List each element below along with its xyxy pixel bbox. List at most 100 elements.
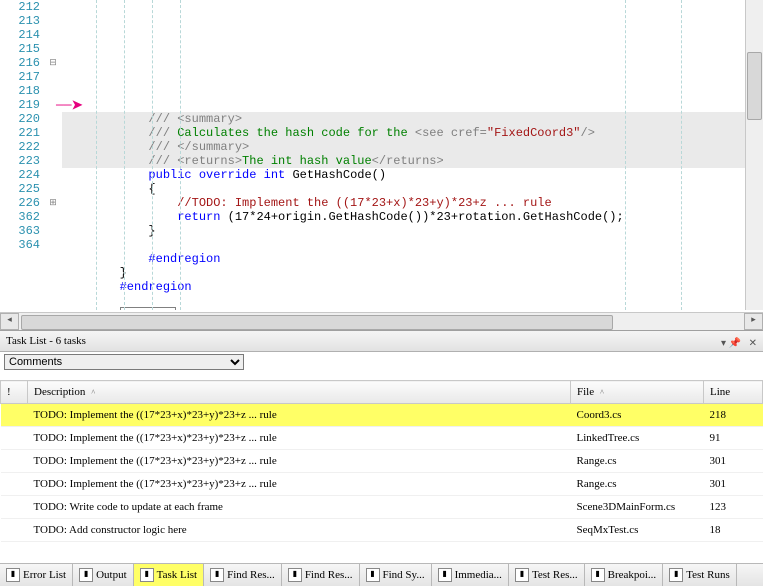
task-desc: TODO: Implement the ((17*23+x)*23+y)*23+… [28, 473, 571, 496]
editor-vertical-scrollbar[interactable] [745, 0, 763, 310]
line-number: 222 [0, 140, 40, 154]
fold-toggle [44, 112, 62, 126]
bottom-tab[interactable]: ▮Test Runs [663, 564, 737, 586]
fold-toggle[interactable]: ⊟ [44, 56, 62, 70]
fold-toggle [44, 28, 62, 42]
fold-toggle [44, 224, 62, 238]
code-line[interactable]: } [62, 266, 745, 280]
fold-toggle [44, 210, 62, 224]
task-file: Scene3DMainForm.cs [571, 496, 704, 519]
task-desc: TODO: Implement the ((17*23+x)*23+y)*23+… [28, 427, 571, 450]
col-priority[interactable]: ! [1, 381, 28, 404]
code-line[interactable]: #endregion [62, 252, 745, 266]
code-line[interactable]: /// <returns>The int hash value</returns… [62, 154, 745, 168]
task-row[interactable]: TODO: Implement the ((17*23+x)*23+y)*23+… [1, 404, 763, 427]
fold-gutter[interactable]: ⊟⊞ [44, 0, 62, 310]
fold-toggle[interactable]: ⊞ [44, 196, 62, 210]
line-number: 217 [0, 70, 40, 84]
task-desc: TODO: Implement the ((17*23+x)*23+y)*23+… [28, 404, 571, 427]
tasklist-filter-combo[interactable]: Comments [4, 354, 244, 370]
code-line[interactable]: /// </summary> [62, 140, 745, 154]
tab-icon: ▮ [6, 568, 20, 582]
bottom-tab[interactable]: ▮Task List [134, 564, 204, 586]
tasklist-grid[interactable]: ! Description^ File^ Line TODO: Implemen… [0, 380, 763, 586]
tab-icon: ▮ [288, 568, 302, 582]
tab-icon: ▮ [669, 568, 683, 582]
code-line[interactable]: #endregion [62, 280, 745, 294]
code-line[interactable]: return (17*24+origin.GetHashCode())*23+r… [62, 210, 745, 224]
tab-icon: ▮ [438, 568, 452, 582]
task-file: Coord3.cs [571, 404, 704, 427]
tab-label: Find Sy... [383, 569, 425, 581]
code-editor[interactable]: 2122132142152162172182192202212222232242… [0, 0, 763, 331]
col-file[interactable]: File^ [571, 381, 704, 404]
scroll-left-icon[interactable]: ◂ [0, 313, 19, 330]
line-number: 216 [0, 56, 40, 70]
task-line: 123 [704, 496, 763, 519]
line-number: 212 [0, 0, 40, 14]
bottom-tab-strip[interactable]: ▮Error List▮Output▮Task List▮Find Res...… [0, 563, 763, 586]
col-line[interactable]: Line [704, 381, 763, 404]
fold-toggle [44, 168, 62, 182]
task-file: Range.cs [571, 450, 704, 473]
code-line[interactable]: /// <summary> [62, 112, 745, 126]
fold-toggle [44, 70, 62, 84]
task-file: LinkedTree.cs [571, 427, 704, 450]
bottom-tab[interactable]: ▮Find Sy... [360, 564, 432, 586]
line-number: 213 [0, 14, 40, 28]
task-line: 18 [704, 519, 763, 542]
fold-toggle [44, 14, 62, 28]
code-line[interactable]: Tree CS [62, 308, 745, 310]
close-icon[interactable]: ✕ [749, 334, 757, 354]
code-line[interactable] [62, 238, 745, 252]
bottom-tab[interactable]: ▮Output [73, 564, 134, 586]
code-line[interactable]: //TODO: Implement the ((17*23+x)*23+y)*2… [62, 196, 745, 210]
task-row[interactable]: TODO: Write code to update at each frame… [1, 496, 763, 519]
bottom-tab[interactable]: ▮Find Res... [204, 564, 282, 586]
code-line[interactable]: } [62, 224, 745, 238]
line-number: 215 [0, 42, 40, 56]
line-number: 225 [0, 182, 40, 196]
bottom-tab[interactable]: ▮Error List [0, 564, 73, 586]
task-line: 218 [704, 404, 763, 427]
task-row[interactable]: TODO: Add constructor logic hereSeqMxTes… [1, 519, 763, 542]
scroll-right-icon[interactable]: ▸ [744, 313, 763, 330]
tab-icon: ▮ [591, 568, 605, 582]
line-number: 219 [0, 98, 40, 112]
tasklist-title-bar: Task List - 6 tasks ▾ 📌 ✕ [0, 331, 763, 352]
tab-label: Find Res... [305, 569, 353, 581]
tab-icon: ▮ [140, 568, 154, 582]
task-row[interactable]: TODO: Implement the ((17*23+x)*23+y)*23+… [1, 427, 763, 450]
code-area[interactable]: /// <summary> /// Calculates the hash co… [62, 0, 745, 310]
tab-label: Test Res... [532, 569, 578, 581]
task-line: 91 [704, 427, 763, 450]
fold-toggle [44, 126, 62, 140]
line-number: 363 [0, 224, 40, 238]
tab-label: Task List [157, 569, 197, 581]
task-line: 301 [704, 450, 763, 473]
code-line[interactable]: public override int GetHashCode() [62, 168, 745, 182]
bottom-tab[interactable]: ▮Immedia... [432, 564, 509, 586]
tab-label: Error List [23, 569, 66, 581]
col-description[interactable]: Description^ [28, 381, 571, 404]
line-number: 226 [0, 196, 40, 210]
pin-icon[interactable]: ▾ 📌 [721, 334, 741, 354]
code-line[interactable] [62, 294, 745, 308]
bottom-tab[interactable]: ▮Breakpoi... [585, 564, 664, 586]
fold-toggle [44, 84, 62, 98]
task-desc: TODO: Implement the ((17*23+x)*23+y)*23+… [28, 450, 571, 473]
line-number: 218 [0, 84, 40, 98]
task-row[interactable]: TODO: Implement the ((17*23+x)*23+y)*23+… [1, 473, 763, 496]
tab-label: Find Res... [227, 569, 275, 581]
bottom-tab[interactable]: ▮Find Res... [282, 564, 360, 586]
bottom-tab[interactable]: ▮Test Res... [509, 564, 585, 586]
tasklist-title: Task List - 6 tasks [6, 335, 86, 347]
tab-label: Test Runs [686, 569, 730, 581]
line-number: 221 [0, 126, 40, 140]
code-line[interactable]: /// Calculates the hash code for the <se… [62, 126, 745, 140]
task-file: SeqMxTest.cs [571, 519, 704, 542]
tab-label: Output [96, 569, 127, 581]
task-row[interactable]: TODO: Implement the ((17*23+x)*23+y)*23+… [1, 450, 763, 473]
code-line[interactable]: { [62, 182, 745, 196]
editor-horizontal-scrollbar[interactable]: ◂ ▸ [0, 312, 763, 330]
